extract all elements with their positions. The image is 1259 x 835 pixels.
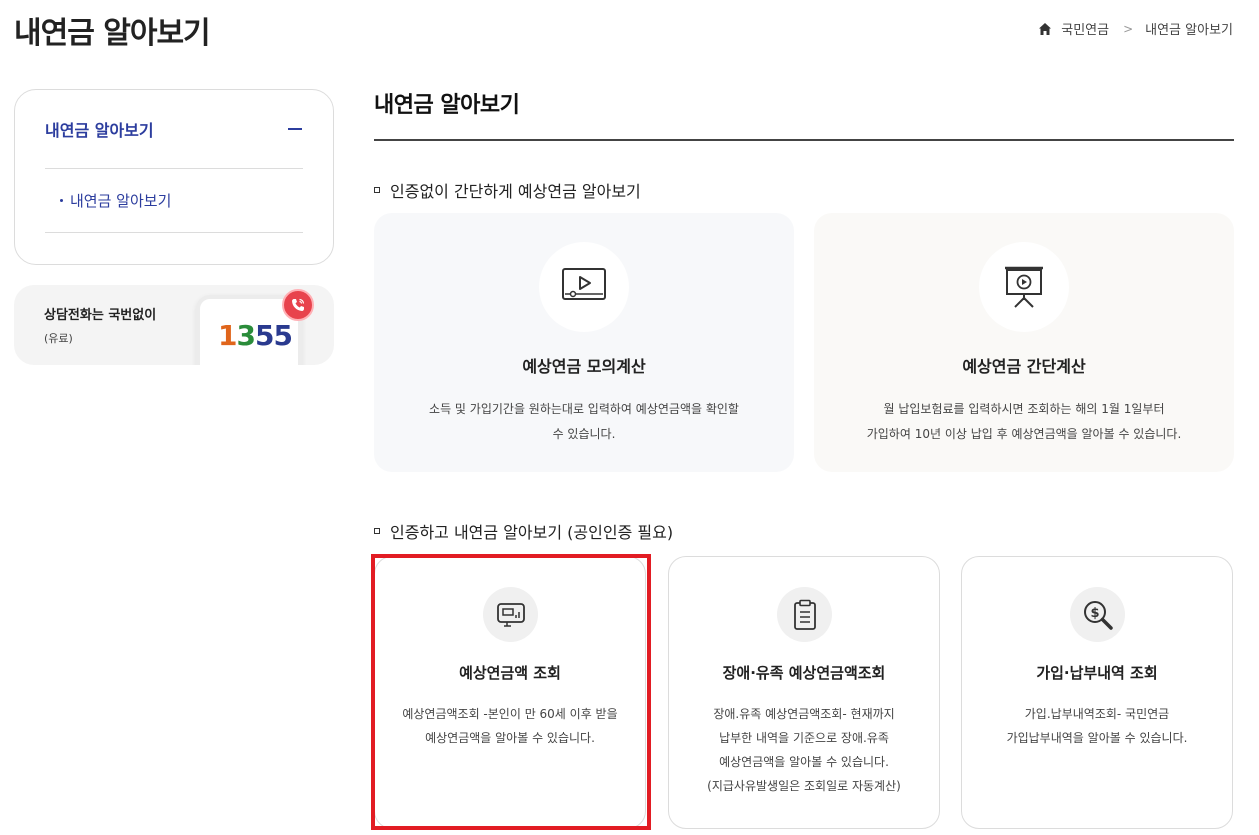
selection-highlight [371,554,651,830]
minus-icon[interactable] [288,128,302,130]
card-title: 장애·유족 예상연금액조회 [722,664,886,682]
title-divider [374,139,1234,141]
card-payment-history[interactable]: $ 가입·납부내역 조회 가입.납부내역조회- 국민연금 가입납부내역을 알아볼… [961,556,1233,829]
phone-call-icon [282,289,314,321]
side-menu-header[interactable]: 내연금 알아보기 [45,90,303,169]
card-simulation-calc[interactable]: 예상연금 모의계산 소득 및 가입기간을 원하는대로 입력하여 예상연금액을 확… [374,213,794,472]
call-banner-title: 상담전화는 국번없이 [44,308,157,323]
chevron-right-icon: > [1123,21,1134,36]
side-menu-title: 내연금 알아보기 [45,121,154,140]
side-menu-item-label: 내연금 알아보기 [70,192,172,210]
section-title-auth: 인증하고 내연금 알아보기 (공인인증 필요) [374,519,673,543]
call-banner[interactable]: 상담전화는 국번없이 (유료) 1355 [14,285,334,365]
page-title: 내연금 알아보기 [14,16,211,51]
home-icon[interactable] [1038,22,1052,36]
card-description: 월 납입보험료를 입력하시면 조회하는 해의 1월 1일부터 가입하여 10년 … [866,402,1182,441]
dollar-search-icon: $ [1070,587,1125,642]
side-menu-item[interactable]: 내연금 알아보기 [45,169,303,233]
section-title-no-auth: 인증없이 간단하게 예상연금 알아보기 [374,178,641,202]
content-title: 내연금 알아보기 [374,93,520,118]
breadcrumb-current: 내연금 알아보기 [1145,23,1233,38]
call-number: 1355 [218,319,293,352]
side-menu: 내연금 알아보기 내연금 알아보기 [14,89,334,265]
card-title: 예상연금 간단계산 [962,357,1086,376]
breadcrumb-home-link[interactable]: 국민연금 [1061,19,1109,38]
bullet-icon [60,199,63,202]
card-description: 장애.유족 예상연금액조회- 현재까지 납부한 내역을 기준으로 장애.유족 예… [707,707,901,793]
presentation-board-icon [979,242,1069,332]
card-simple-calc[interactable]: 예상연금 간단계산 월 납입보험료를 입력하시면 조회하는 해의 1월 1일부터… [814,213,1234,472]
card-description: 가입.납부내역조회- 국민연금 가입납부내역을 알아볼 수 있습니다. [1006,707,1188,745]
call-banner-sub: (유료) [44,332,73,345]
breadcrumb: 국민연금 > 내연금 알아보기 [1038,19,1233,38]
card-disability-survivor[interactable]: 장애·유족 예상연금액조회 장애.유족 예상연금액조회- 현재까지 납부한 내역… [668,556,940,829]
svg-text:$: $ [1090,606,1099,621]
square-bullet-icon [374,187,380,193]
card-title: 가입·납부내역 조회 [1036,664,1158,682]
clipboard-icon [777,587,832,642]
card-title: 예상연금 모의계산 [522,357,646,376]
square-bullet-icon [374,528,380,534]
card-description: 소득 및 가입기간을 원하는대로 입력하여 예상연금액을 확인할 수 있습니다. [429,402,739,441]
video-play-icon [539,242,629,332]
